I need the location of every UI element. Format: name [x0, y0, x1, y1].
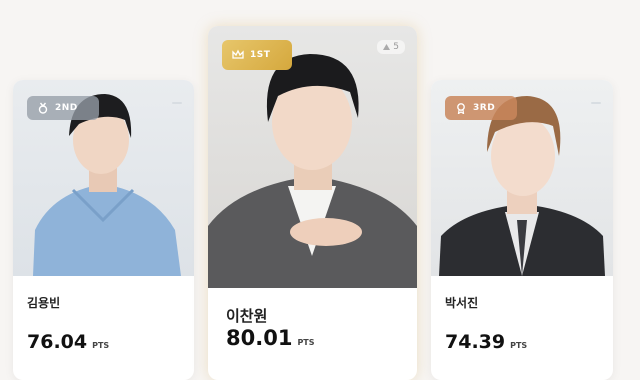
profile-photo: 3RD — [431, 80, 613, 276]
score-unit: PTS — [510, 341, 528, 350]
score: 74.39 PTS — [445, 331, 527, 353]
rank-label: 1ST — [250, 50, 271, 60]
rank-badge: 2ND — [27, 96, 99, 120]
score-unit: PTS — [297, 338, 315, 347]
ranking-card-2nd[interactable]: 2ND 김용빈 76.04 PTS — [13, 80, 194, 380]
medal-icon — [457, 103, 465, 114]
rank-change: 5 — [377, 40, 405, 54]
more-menu-icon[interactable] — [591, 102, 601, 104]
crown-icon — [232, 49, 244, 59]
score: 80.01 PTS — [226, 326, 315, 350]
artist-name: 김용빈 — [27, 296, 61, 310]
arrow-up-icon — [383, 44, 391, 50]
artist-name: 이찬원 — [226, 307, 268, 325]
rank-badge: 3RD — [445, 96, 517, 120]
ranking-card-3rd[interactable]: 3RD 박서진 74.39 PTS — [431, 80, 613, 380]
profile-photo: 2ND — [13, 80, 194, 276]
score-value: 74.39 — [445, 331, 506, 353]
rank-change-value: 5 — [393, 42, 399, 52]
score-value: 76.04 — [27, 331, 88, 353]
artist-name: 박서진 — [445, 296, 479, 310]
more-menu-icon[interactable] — [172, 102, 182, 104]
rank-badge: 1ST — [222, 40, 292, 70]
profile-photo: 1ST 5 — [208, 26, 417, 288]
rank-label: 3RD — [473, 103, 496, 113]
rank-label: 2ND — [55, 103, 78, 113]
ranking-card-1st[interactable]: 1ST 5 이찬원 80.01 PTS — [208, 26, 417, 380]
score-unit: PTS — [92, 341, 110, 350]
score: 76.04 PTS — [27, 331, 109, 353]
score-value: 80.01 — [226, 326, 293, 350]
medal-icon — [38, 102, 48, 114]
